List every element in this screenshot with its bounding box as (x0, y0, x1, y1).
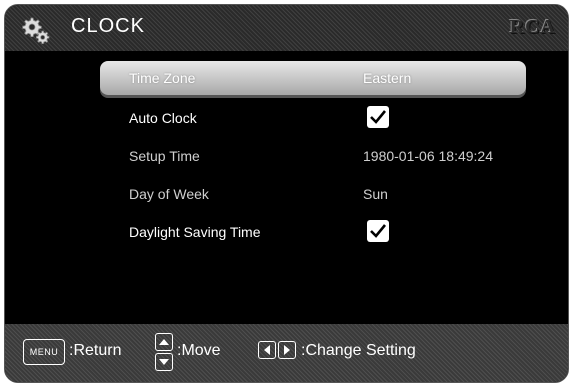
setting-setup-time[interactable]: Setup Time 1980-01-06 18:49:24 (5, 139, 568, 173)
setting-time-zone[interactable]: Time Zone Eastern (5, 61, 568, 95)
setting-day-of-week[interactable]: Day of Week Sun (5, 177, 568, 211)
checkmark-icon (370, 224, 387, 238)
button-hint-bar: MENU :Return :Move :Change Setting (5, 324, 568, 382)
checkmark-icon (370, 110, 387, 124)
up-arrow-icon[interactable] (155, 333, 173, 351)
menu-header: CLOCK RCA (5, 5, 568, 51)
setting-value: 1980-01-06 18:49:24 (363, 148, 493, 164)
setting-value: Eastern (363, 70, 412, 86)
move-hint: :Move (177, 342, 221, 359)
setting-value: Sun (363, 186, 388, 202)
setting-label: Setup Time (129, 148, 200, 164)
auto-clock-checkbox[interactable] (367, 106, 389, 128)
brand-logo: RCA (509, 16, 556, 38)
daylight-saving-checkbox[interactable] (367, 220, 389, 242)
setting-daylight-saving[interactable]: Daylight Saving Time (5, 215, 568, 249)
setting-label: Time Zone (129, 70, 196, 86)
left-arrow-icon[interactable] (258, 341, 276, 359)
gear-icon (22, 17, 50, 44)
menu-key-icon[interactable]: MENU (23, 339, 65, 365)
page-title: CLOCK (71, 15, 145, 37)
down-arrow-icon[interactable] (155, 353, 173, 371)
setting-label: Daylight Saving Time (129, 224, 261, 240)
setting-label: Day of Week (129, 186, 209, 202)
change-setting-hint: :Change Setting (301, 342, 416, 359)
setting-auto-clock[interactable]: Auto Clock (5, 101, 568, 135)
tv-menu-screen: CLOCK RCA Time Zone Eastern Auto Clock S… (4, 4, 569, 383)
return-hint: :Return (69, 342, 122, 359)
setting-label: Auto Clock (129, 110, 197, 126)
right-arrow-icon[interactable] (278, 341, 296, 359)
